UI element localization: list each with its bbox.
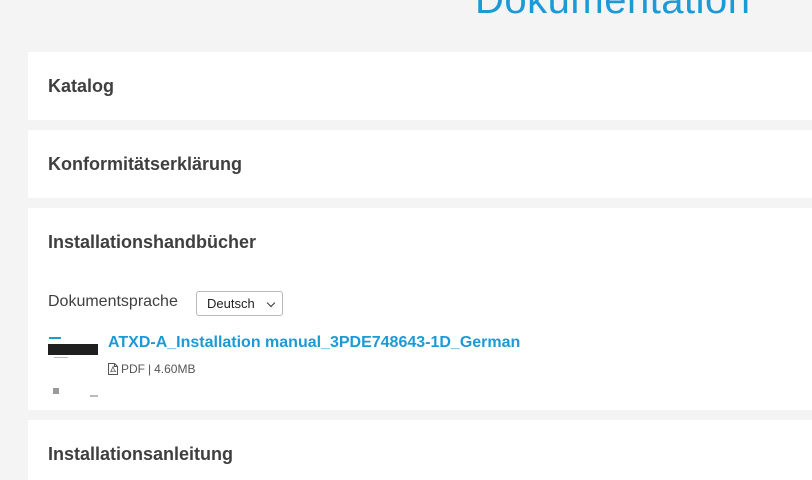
document-language-label: Dokumentsprache xyxy=(48,293,178,310)
section-konformitaet-title[interactable]: Konformitätserklärung xyxy=(48,154,242,175)
document-download-link[interactable]: ATXD-A_Installation manual_3PDE748643-1D… xyxy=(108,334,520,352)
section-katalog[interactable]: Katalog xyxy=(28,52,812,120)
document-file-type: PDF xyxy=(121,362,145,376)
section-konformitaet[interactable]: Konformitätserklärung xyxy=(28,130,812,198)
document-meta: PDF | 4.60MB xyxy=(108,362,195,376)
document-thumbnail[interactable] xyxy=(48,334,98,398)
document-file-size: 4.60MB xyxy=(154,362,196,376)
thumbnail-mark xyxy=(53,388,59,394)
section-installationsanleitung[interactable]: Installationsanleitung xyxy=(28,420,812,480)
chevron-down-icon xyxy=(266,298,276,308)
page-title: Dokumentation xyxy=(475,0,751,22)
thumbnail-header-band xyxy=(48,344,98,355)
thumbnail-line xyxy=(54,357,68,358)
thumbnail-footer-mark xyxy=(90,395,98,397)
document-meta-separator: | xyxy=(148,362,152,376)
brand-logo-mark xyxy=(49,337,61,339)
document-language-select[interactable]: Deutsch xyxy=(196,291,283,316)
pdf-file-icon xyxy=(108,363,118,375)
document-language-value: Deutsch xyxy=(207,296,255,311)
section-katalog-title[interactable]: Katalog xyxy=(48,76,114,97)
section-installationshandbuecher-title[interactable]: Installationshandbücher xyxy=(48,232,256,253)
section-installationshandbuecher: Installationshandbücher Dokumentsprache … xyxy=(28,208,812,410)
